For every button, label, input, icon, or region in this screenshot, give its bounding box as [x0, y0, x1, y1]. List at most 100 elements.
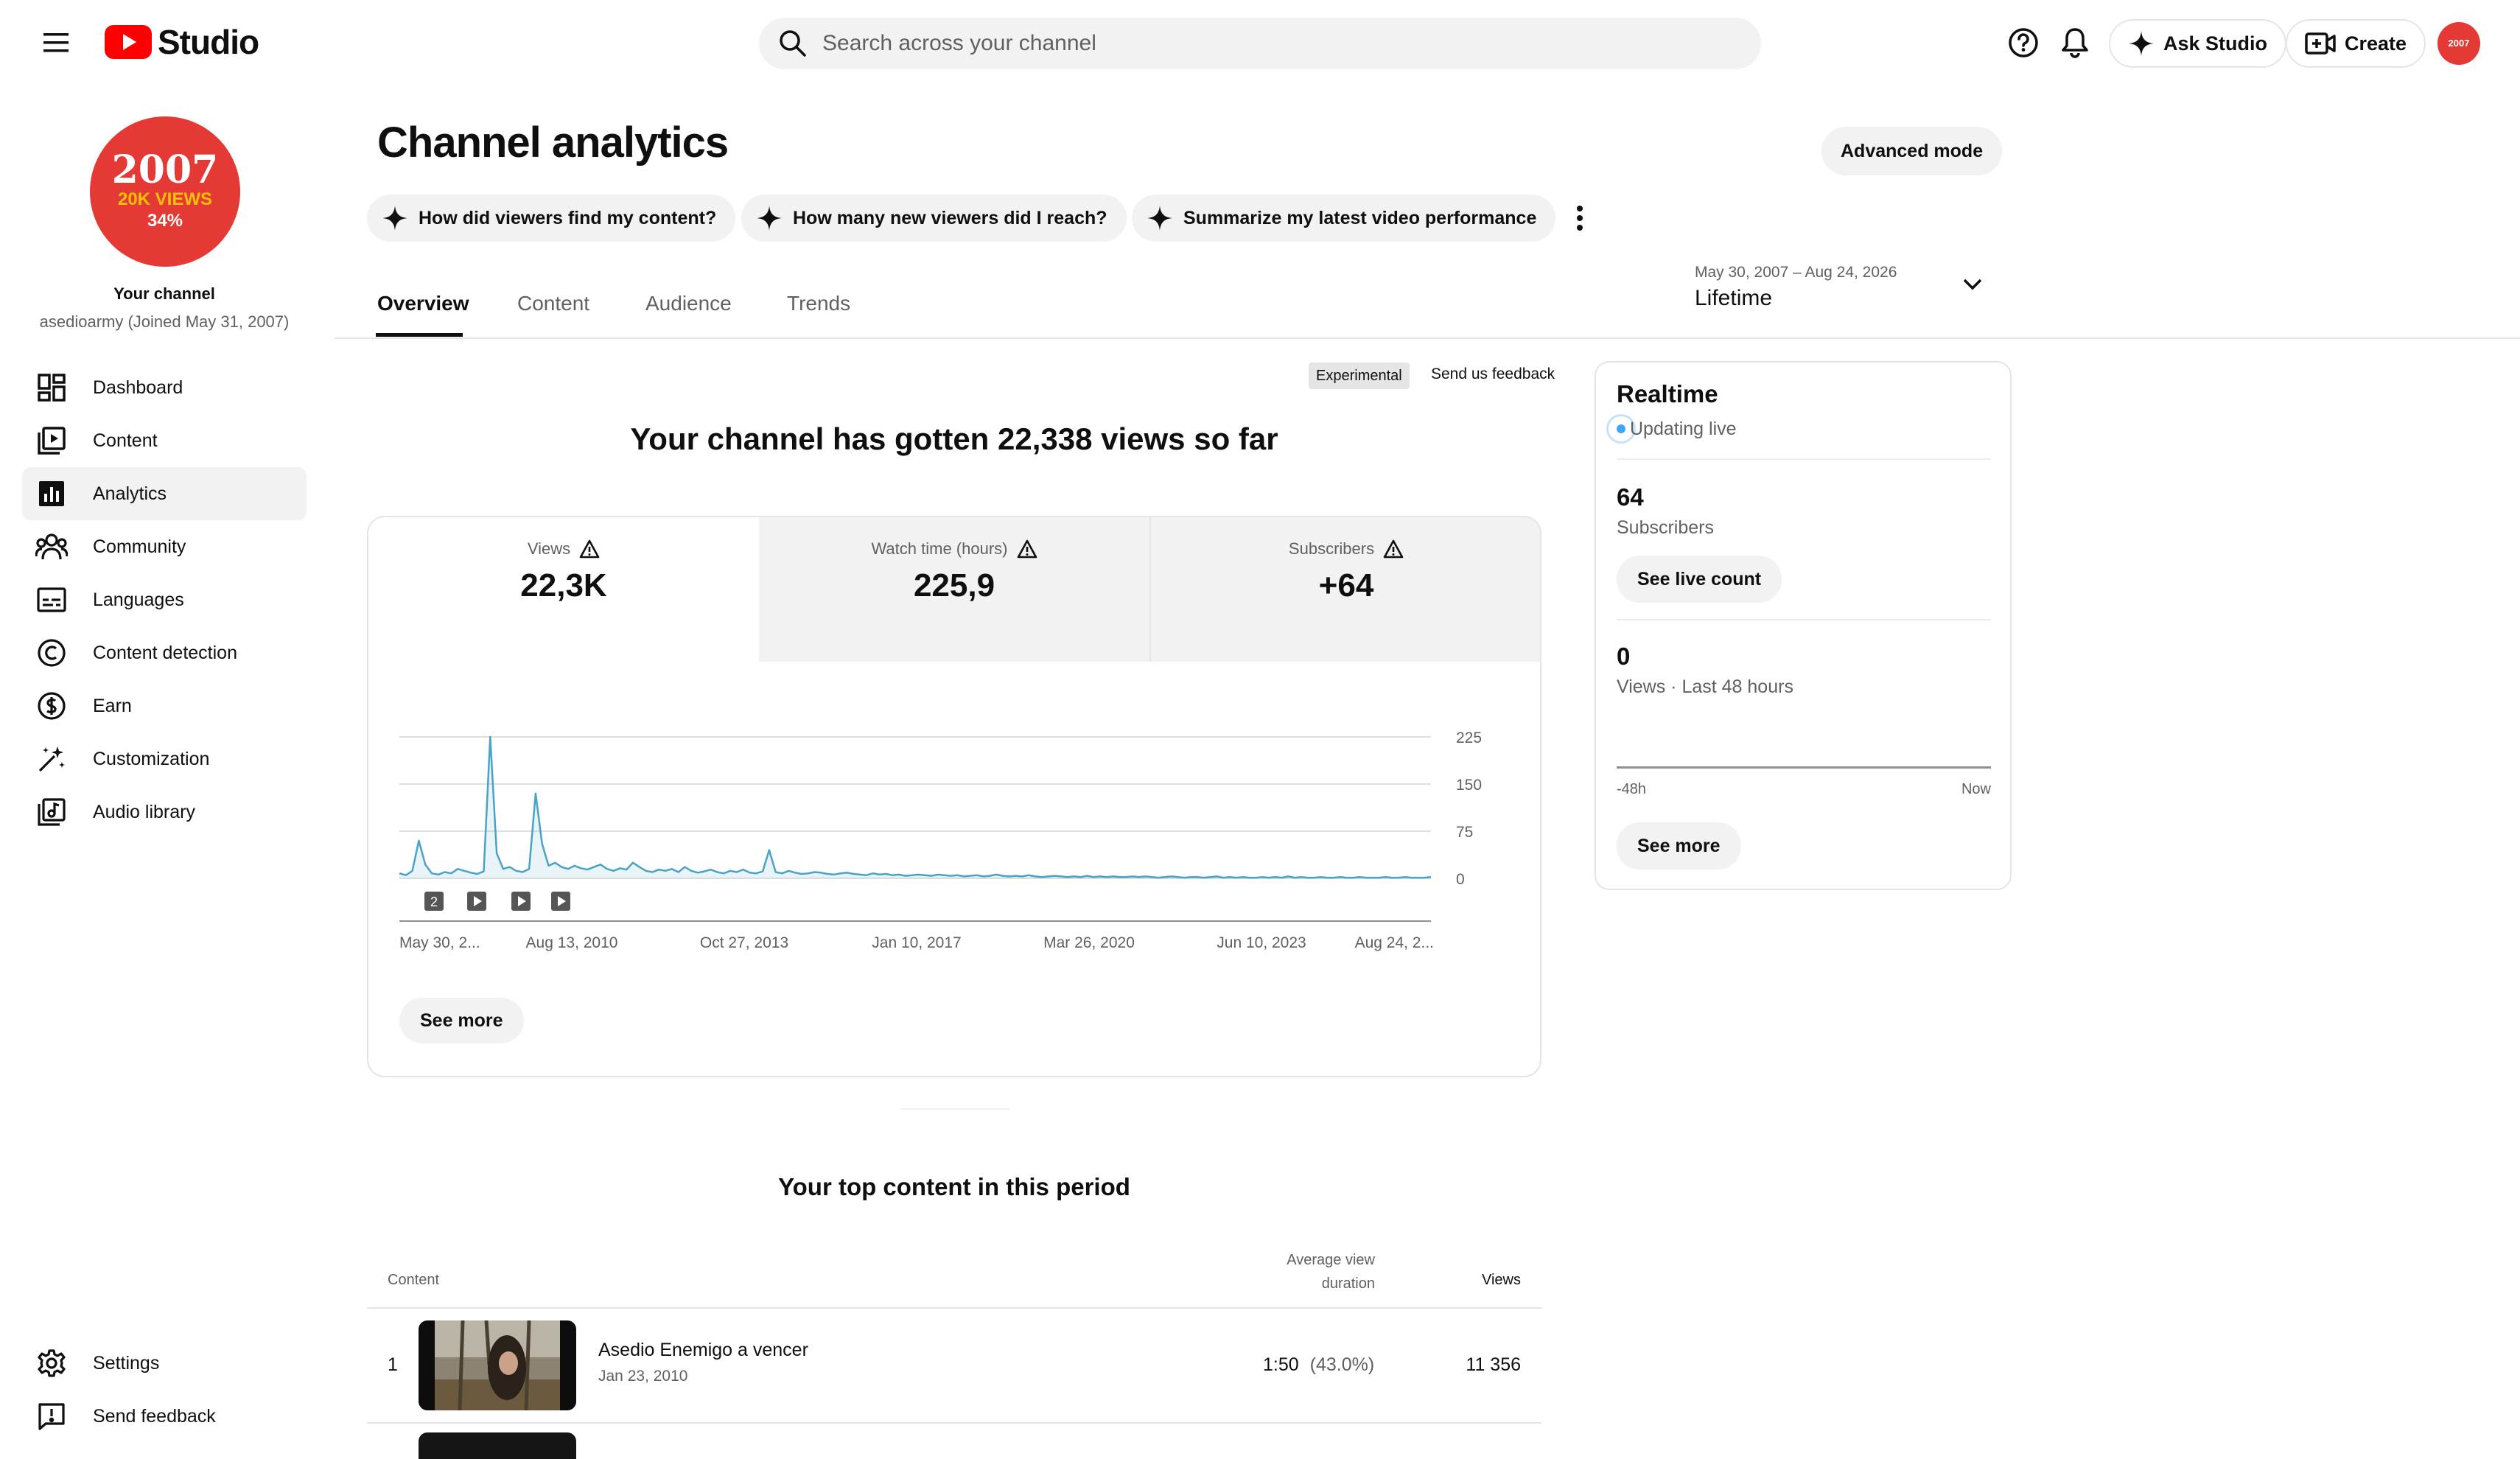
- advanced-mode-button[interactable]: Advanced mode: [1821, 127, 2003, 175]
- sidebar-item-community[interactable]: Community: [22, 520, 307, 573]
- experimental-badge: Experimental: [1309, 363, 1410, 389]
- x-tick-label: May 30, 2...: [399, 934, 480, 951]
- metric-tab-views[interactable]: Views 22,3K: [368, 517, 759, 662]
- search-input[interactable]: Search across your channel: [822, 31, 1096, 56]
- suggestion-chip[interactable]: How many new viewers did I reach?: [741, 195, 1127, 242]
- sidebar-item-customization[interactable]: Customization: [22, 732, 307, 786]
- views-line-chart[interactable]: 0 75 150 225 2 May 30, 2... Aug 13, 2010 Oct 27…: [368, 694, 1540, 959]
- analytics-icon: [35, 477, 68, 510]
- realtime-axis-end: Now: [1961, 781, 1991, 797]
- account-avatar[interactable]: 2007: [2437, 22, 2480, 65]
- realtime-chart-axis: [1617, 766, 1991, 769]
- realtime-divider: [1617, 458, 1991, 460]
- tab-overview[interactable]: Overview: [377, 292, 469, 315]
- sidebar-item-label: Dashboard: [93, 377, 183, 398]
- sidebar-item-earn[interactable]: Earn: [22, 679, 307, 732]
- x-tick-label: Oct 27, 2013: [700, 934, 788, 951]
- subtitles-icon: [35, 584, 68, 616]
- tab-trends[interactable]: Trends: [787, 292, 850, 315]
- overview-chart-card: Views 22,3K Watch time (hours) 225,9 Sub…: [367, 516, 1541, 1077]
- ask-studio-button[interactable]: Ask Studio: [2109, 19, 2287, 68]
- suggestion-chip[interactable]: Summarize my latest video performance: [1132, 195, 1556, 242]
- y-tick-label: 150: [1456, 777, 1482, 794]
- views-cell: 11 356: [1466, 1354, 1521, 1375]
- sparkle-icon: [1147, 205, 1173, 231]
- x-tick-label: Jun 10, 2023: [1217, 934, 1306, 951]
- realtime-title: Realtime: [1617, 380, 1718, 407]
- x-tick-label: Aug 13, 2010: [526, 934, 618, 951]
- sidebar-item-audio-library[interactable]: Audio library: [22, 786, 307, 839]
- metric-label: Views: [527, 539, 571, 558]
- table-row[interactable]: 1 Asedio Enemigo a vencer Jan 23, 2010 1…: [367, 1309, 1541, 1422]
- sidebar-item-label: Settings: [93, 1352, 160, 1374]
- sidebar-item-content-detection[interactable]: Content detection: [22, 626, 307, 679]
- sidebar-item-languages[interactable]: Languages: [22, 573, 307, 626]
- sidebar-item-label: Community: [93, 536, 186, 557]
- realtime-see-more-button[interactable]: See more: [1617, 822, 1741, 870]
- send-us-feedback-link[interactable]: Send us feedback: [1431, 365, 1555, 383]
- see-more-button[interactable]: See more: [399, 998, 524, 1043]
- column-header-average-view-duration[interactable]: Average view duration: [1223, 1248, 1375, 1295]
- date-range[interactable]: May 30, 2007 – Aug 24, 2026: [1695, 264, 1897, 281]
- create-video-icon: [2305, 32, 2336, 55]
- video-thumbnail[interactable]: [419, 1432, 576, 1459]
- channel-avatar[interactable]: 2007 20K VIEWS 34%: [90, 116, 240, 267]
- avatar-year: 2007: [111, 147, 219, 192]
- metric-value: 225,9: [913, 567, 995, 603]
- avatar-percent: 34%: [147, 211, 183, 231]
- metric-tab-watch-time[interactable]: Watch time (hours) 225,9: [759, 517, 1151, 662]
- metric-tab-subscribers[interactable]: Subscribers +64: [1151, 517, 1540, 662]
- notifications-bell-icon[interactable]: [2053, 21, 2097, 65]
- sidebar-item-analytics[interactable]: Analytics: [22, 467, 307, 520]
- more-options-icon[interactable]: [1565, 202, 1595, 234]
- video-thumbnail[interactable]: [419, 1320, 576, 1410]
- sidebar-item-dashboard[interactable]: Dashboard: [22, 361, 307, 414]
- studio-logo[interactable]: Studio: [105, 22, 259, 62]
- sidebar-item-label: Languages: [93, 589, 184, 610]
- see-live-count-button[interactable]: See live count: [1617, 556, 1782, 603]
- realtime-views-value: 0: [1617, 643, 1631, 670]
- chevron-down-icon[interactable]: [1961, 277, 1984, 292]
- y-tick-label: 225: [1456, 730, 1482, 746]
- tab-content[interactable]: Content: [517, 292, 589, 315]
- column-header-line: duration: [1321, 1276, 1375, 1292]
- table-divider: [367, 1422, 1541, 1424]
- section-divider: [900, 1108, 1009, 1110]
- column-header-views[interactable]: Views: [1444, 1272, 1521, 1289]
- realtime-subscribers-label: Subscribers: [1617, 517, 1714, 538]
- content-icon: [35, 424, 68, 457]
- date-period-label[interactable]: Lifetime: [1695, 286, 1772, 311]
- metric-label: Watch time (hours): [871, 539, 1008, 558]
- warning-icon: [1017, 539, 1037, 559]
- x-tick-label: Mar 26, 2020: [1043, 934, 1135, 951]
- active-tab-indicator: [376, 333, 463, 337]
- sidebar-item-send-feedback[interactable]: Send feedback: [22, 1390, 307, 1443]
- realtime-status-label: Updating live: [1630, 418, 1737, 439]
- series-area: [399, 737, 1431, 878]
- help-icon[interactable]: [2001, 21, 2045, 65]
- create-button[interactable]: Create: [2286, 19, 2426, 68]
- sparkle-icon: [2128, 30, 2155, 57]
- avatar-views: 20K VIEWS: [117, 189, 213, 209]
- search-bar[interactable]: Search across your channel: [759, 18, 1761, 69]
- realtime-axis-start: -48h: [1617, 781, 1647, 797]
- warning-icon: [1383, 539, 1404, 559]
- suggestion-chip[interactable]: How did viewers find my content?: [367, 195, 736, 242]
- magic-wand-icon: [35, 743, 68, 775]
- views-headline: Your channel has gotten 22,338 views so …: [630, 421, 1278, 456]
- sidebar-item-label: Customization: [93, 748, 210, 769]
- sidebar-item-content[interactable]: Content: [22, 414, 307, 467]
- avg-duration-percent: (43.0%): [1309, 1354, 1375, 1375]
- avg-duration: 1:50: [1263, 1354, 1299, 1375]
- ask-studio-label: Ask Studio: [2163, 32, 2268, 55]
- copyright-icon: [35, 637, 68, 669]
- menu-button[interactable]: [29, 19, 83, 66]
- sidebar-item-label: Earn: [93, 695, 132, 716]
- dashboard-icon: [35, 371, 68, 404]
- sidebar-item-settings[interactable]: Settings: [22, 1337, 307, 1390]
- realtime-status: Updating live: [1606, 414, 1737, 444]
- metric-label: Subscribers: [1288, 539, 1375, 558]
- row-rank: 1: [388, 1354, 398, 1375]
- video-title[interactable]: Asedio Enemigo a vencer: [598, 1340, 808, 1361]
- tab-audience[interactable]: Audience: [645, 292, 732, 315]
